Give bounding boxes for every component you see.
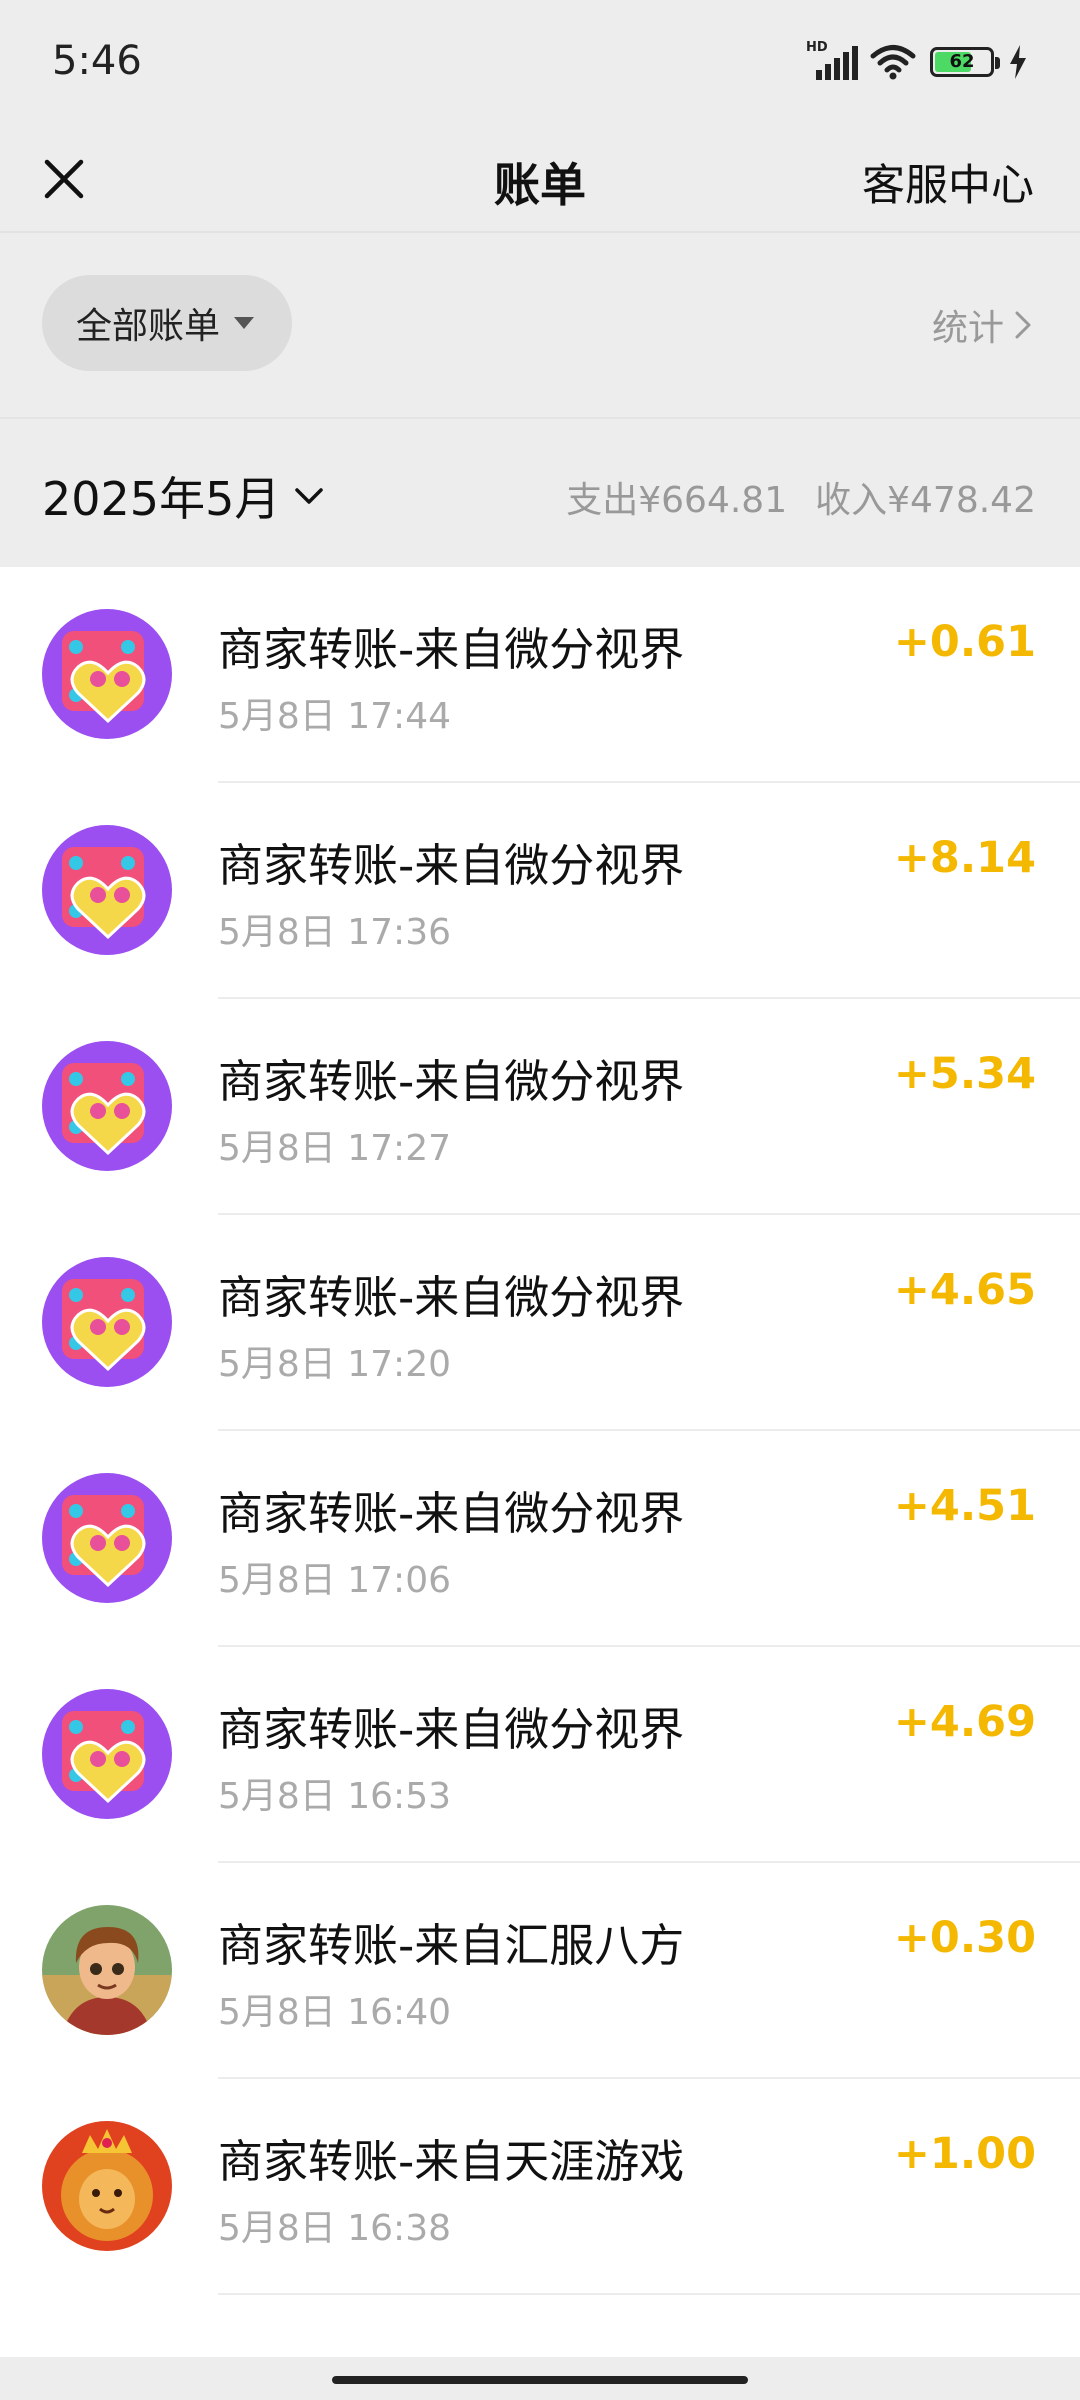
transaction-title: 商家转账-来自汇服八方 bbox=[218, 1919, 685, 1972]
transaction-title: 商家转账-来自微分视界 bbox=[218, 839, 685, 892]
heart-game-icon bbox=[42, 1041, 172, 1171]
home-indicator[interactable] bbox=[332, 2376, 748, 2384]
transaction-title: 商家转账-来自微分视界 bbox=[218, 623, 685, 676]
transaction-row[interactable]: 商家转账-来自微分视界 5月8日 17:44 +0.61 bbox=[0, 567, 1080, 783]
row-divider bbox=[218, 2293, 1080, 2295]
transaction-amount: +0.30 bbox=[893, 1913, 1036, 1963]
transaction-title: 商家转账-来自微分视界 bbox=[218, 1487, 685, 1540]
chevron-right-icon bbox=[1015, 311, 1031, 339]
wifi-icon bbox=[870, 45, 916, 80]
filter-bar: 全部账单 统计 bbox=[0, 235, 1080, 415]
transaction-row[interactable]: 商家转账-来自微分视界 5月8日 17:20 +4.65 bbox=[0, 1215, 1080, 1431]
transaction-row[interactable]: 商家转账-来自微分视界 5月8日 17:06 +4.51 bbox=[0, 1431, 1080, 1647]
bill-filter-label: 全部账单 bbox=[76, 306, 221, 347]
expense-total: 支出¥664.81 bbox=[566, 480, 788, 521]
signal-icon: HD bbox=[806, 40, 858, 82]
transaction-amount: +5.34 bbox=[893, 1049, 1036, 1099]
status-time: 5:46 bbox=[52, 38, 142, 84]
transaction-amount: +4.69 bbox=[893, 1697, 1036, 1747]
transaction-amount: +0.61 bbox=[893, 617, 1036, 667]
transaction-row[interactable]: 商家转账-来自微分视界 5月8日 16:53 +4.69 bbox=[0, 1647, 1080, 1863]
chevron-down-icon bbox=[295, 488, 324, 504]
transaction-time: 5月8日 16:40 bbox=[218, 1992, 451, 2033]
transaction-title: 商家转账-来自微分视界 bbox=[218, 1703, 685, 1756]
transaction-amount: +4.65 bbox=[893, 1265, 1036, 1315]
caret-down-icon bbox=[234, 317, 255, 329]
home-bar-area bbox=[0, 2357, 1080, 2400]
battery-icon: 62 bbox=[930, 47, 1000, 77]
transaction-time: 5月8日 16:53 bbox=[218, 1776, 451, 1817]
heart-game-icon bbox=[42, 609, 172, 739]
nav-bar: 账单 客服中心 bbox=[0, 125, 1080, 233]
transaction-time: 5月8日 17:44 bbox=[218, 696, 451, 737]
statistics-link[interactable]: 统计 bbox=[932, 299, 1032, 351]
transaction-title: 商家转账-来自微分视界 bbox=[218, 1055, 685, 1108]
month-totals: 支出¥664.81 收入¥478.42 bbox=[566, 471, 1036, 523]
charging-icon bbox=[1010, 45, 1026, 79]
heart-game-icon bbox=[42, 1689, 172, 1819]
transaction-title: 商家转账-来自天涯游戏 bbox=[218, 2135, 685, 2188]
month-summary-bar: 2025年5月 支出¥664.81 收入¥478.42 bbox=[0, 417, 1080, 567]
transaction-time: 5月8日 16:38 bbox=[218, 2208, 451, 2249]
month-selector[interactable]: 2025年5月 bbox=[42, 463, 324, 529]
transaction-row[interactable]: 商家转账-来自微分视界 5月8日 17:36 +8.14 bbox=[0, 783, 1080, 999]
status-icons: HD 62 bbox=[806, 40, 1028, 84]
transaction-time: 5月8日 17:36 bbox=[218, 912, 451, 953]
month-label: 2025年5月 bbox=[42, 472, 281, 526]
transaction-amount: +4.51 bbox=[893, 1481, 1036, 1531]
transaction-time: 5月8日 17:20 bbox=[218, 1344, 451, 1385]
transaction-time: 5月8日 17:27 bbox=[218, 1128, 451, 1169]
transaction-title: 商家转账-来自微分视界 bbox=[218, 1271, 685, 1324]
transaction-amount: +8.14 bbox=[893, 833, 1036, 883]
statistics-label: 统计 bbox=[931, 308, 1004, 349]
transaction-row[interactable]: 商家转账-来自天涯游戏 5月8日 16:38 +1.00 bbox=[0, 2079, 1080, 2295]
lion-king-avatar bbox=[42, 2121, 172, 2251]
transaction-row[interactable]: 商家转账-来自汇服八方 5月8日 16:40 +0.30 bbox=[0, 1863, 1080, 2079]
transaction-list: 商家转账-来自微分视界 5月8日 17:44 +0.61 商家转账-来自微分视界… bbox=[0, 567, 1080, 2357]
heart-game-icon bbox=[42, 1257, 172, 1387]
transaction-amount: +1.00 bbox=[893, 2129, 1036, 2179]
status-bar: 5:46 HD 62 bbox=[0, 0, 1080, 125]
transaction-time: 5月8日 17:06 bbox=[218, 1560, 451, 1601]
bill-filter-dropdown[interactable]: 全部账单 bbox=[42, 275, 292, 371]
heart-game-icon bbox=[42, 825, 172, 955]
heart-game-icon bbox=[42, 1473, 172, 1603]
battery-level: 62 bbox=[949, 51, 975, 72]
cartoon-boy-avatar bbox=[42, 1905, 172, 2035]
transaction-row[interactable]: 商家转账-来自微分视界 5月8日 17:27 +5.34 bbox=[0, 999, 1080, 1215]
customer-service-link[interactable]: 客服中心 bbox=[862, 151, 1034, 213]
income-total: 收入¥478.42 bbox=[815, 480, 1036, 521]
